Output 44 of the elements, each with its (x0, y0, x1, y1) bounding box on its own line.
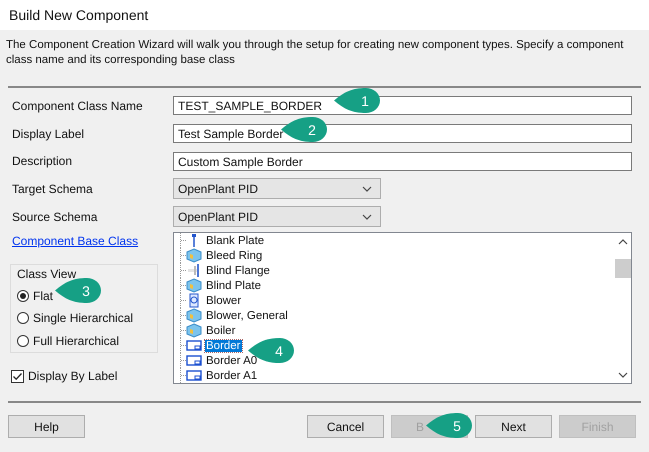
dialog-button[interactable]: Help (8, 415, 85, 438)
scroll-thumb[interactable] (614, 259, 630, 278)
dialog-button[interactable]: Next (475, 415, 552, 438)
schema-dropdown[interactable]: OpenPlant PID (173, 206, 381, 228)
flange-icon (186, 263, 202, 278)
frame-icon (186, 353, 202, 368)
chevron-down-icon (362, 186, 372, 192)
text-field[interactable]: Custom Sample Border (173, 152, 632, 171)
checkbox-label[interactable]: Display By Label (28, 369, 118, 384)
radio-button[interactable] (17, 335, 29, 348)
tree-item[interactable]: Blank Plate (205, 234, 266, 247)
field-label: Source Schema (12, 210, 98, 224)
field-label: Target Schema (12, 182, 94, 196)
field-label: Component Class Name (12, 98, 144, 113)
chevron-down-icon (362, 214, 372, 220)
field-label: Display Label (12, 126, 86, 141)
radio-label[interactable]: Flat (33, 288, 54, 303)
tree-item[interactable]: Bleed Ring (205, 250, 264, 262)
frame-icon (186, 338, 202, 354)
base-class-link[interactable]: Component Base Class (12, 234, 138, 248)
intro-text: The Component Creation Wizard will walk you through the setup for creating new component types. Specify a component class name and its corresponding base class (6, 39, 624, 66)
tree-item[interactable]: Border (205, 340, 242, 352)
window-title: Build New Component (9, 7, 148, 23)
scroll-down-icon[interactable] (618, 372, 628, 378)
checkbox[interactable] (11, 370, 24, 383)
radio-label[interactable]: Single Hierarchical (33, 311, 134, 326)
radio-label[interactable]: Full Hierarchical (33, 334, 120, 348)
schema-dropdown[interactable]: OpenPlant PID (173, 178, 381, 200)
tree-item[interactable]: Blower (205, 294, 242, 307)
cube-icon (186, 278, 202, 294)
tree-item[interactable]: Blower, General (205, 310, 289, 322)
radio-button[interactable] (17, 312, 29, 324)
tree-item[interactable]: Boiler (205, 324, 236, 337)
tree-item[interactable]: Blind Flange (205, 264, 271, 277)
tree-item[interactable]: Blind Plate (205, 280, 262, 292)
cube-icon (186, 323, 202, 338)
cube-icon (186, 248, 202, 264)
dialog-button[interactable]: Cancel (307, 415, 384, 438)
tree-item[interactable]: Border A1 (205, 370, 258, 382)
cube-icon (186, 308, 202, 324)
field-label: Description (12, 154, 74, 168)
step-tooltip: 3 (55, 278, 103, 303)
scroll-up-icon[interactable] (618, 239, 628, 246)
radio-button[interactable] (17, 290, 29, 302)
